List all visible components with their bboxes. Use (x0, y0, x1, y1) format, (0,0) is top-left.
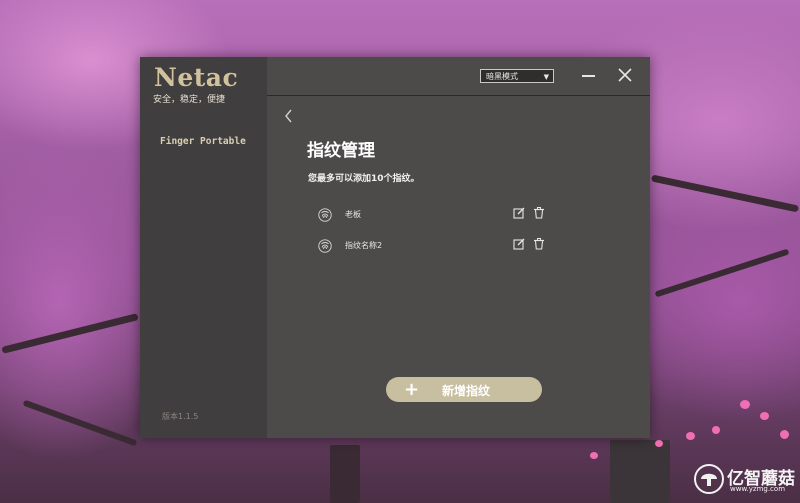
fingerprint-icon (318, 208, 332, 222)
wallpaper-petal (590, 452, 598, 459)
wallpaper-branch (22, 399, 138, 447)
version-label: 版本1.1.5 (162, 412, 199, 421)
wallpaper-building (610, 440, 670, 503)
dropdown-arrow-icon: ▼ (543, 73, 549, 81)
chevron-left-icon (285, 109, 292, 123)
sidebar: Netac 安全，稳定，便捷 Finger Portable 版本1.1.5 (140, 57, 267, 438)
delete-icon[interactable] (533, 238, 545, 250)
wallpaper-petal (655, 440, 663, 447)
minimize-button[interactable] (580, 67, 598, 85)
fingerprint-row: 指纹名称2 (318, 237, 548, 255)
wallpaper-trunk (330, 445, 360, 503)
wallpaper-petal (686, 432, 695, 440)
fingerprint-icon (318, 239, 332, 253)
app-window: Netac 安全，稳定，便捷 Finger Portable 版本1.1.5 暗… (140, 57, 650, 438)
watermark-url: www.yzmg.com (730, 485, 786, 493)
page-subtitle: 您最多可以添加10个指纹。 (308, 174, 420, 184)
wallpaper-petal (760, 412, 769, 420)
fingerprint-name: 指纹名称2 (345, 241, 383, 250)
fingerprint-row: 老板 (318, 206, 548, 224)
wallpaper-petal (712, 426, 720, 434)
topbar-divider (267, 95, 650, 96)
delete-icon[interactable] (533, 207, 545, 219)
page-title: 指纹管理 (307, 141, 375, 161)
add-fingerprint-button[interactable]: + 新增指纹 (386, 377, 542, 402)
wallpaper-branch (1, 313, 139, 354)
edit-icon[interactable] (513, 238, 525, 250)
wallpaper-branch (650, 174, 800, 213)
back-button[interactable] (282, 107, 296, 125)
mushroom-icon (701, 473, 717, 486)
wallpaper-petal (740, 400, 750, 409)
edit-icon[interactable] (513, 207, 525, 219)
netac-logo: Netac (154, 63, 239, 92)
logo-slogan: 安全，稳定，便捷 (153, 95, 226, 105)
wallpaper-petal (780, 430, 789, 439)
site-watermark: 亿智蘑菇 www.yzmg.com (694, 462, 798, 500)
plus-icon: + (404, 379, 420, 400)
theme-mode-select[interactable]: 暗黑模式 ▼ (480, 69, 554, 83)
theme-mode-value: 暗黑模式 (486, 72, 518, 81)
sidebar-item-finger-portable[interactable]: Finger Portable (160, 136, 246, 147)
fingerprint-name: 老板 (345, 210, 361, 219)
add-fingerprint-label: 新增指纹 (442, 384, 491, 398)
mushroom-logo-icon (694, 464, 724, 494)
close-icon (618, 68, 632, 82)
wallpaper-branch (654, 248, 790, 298)
close-button[interactable] (616, 66, 634, 84)
